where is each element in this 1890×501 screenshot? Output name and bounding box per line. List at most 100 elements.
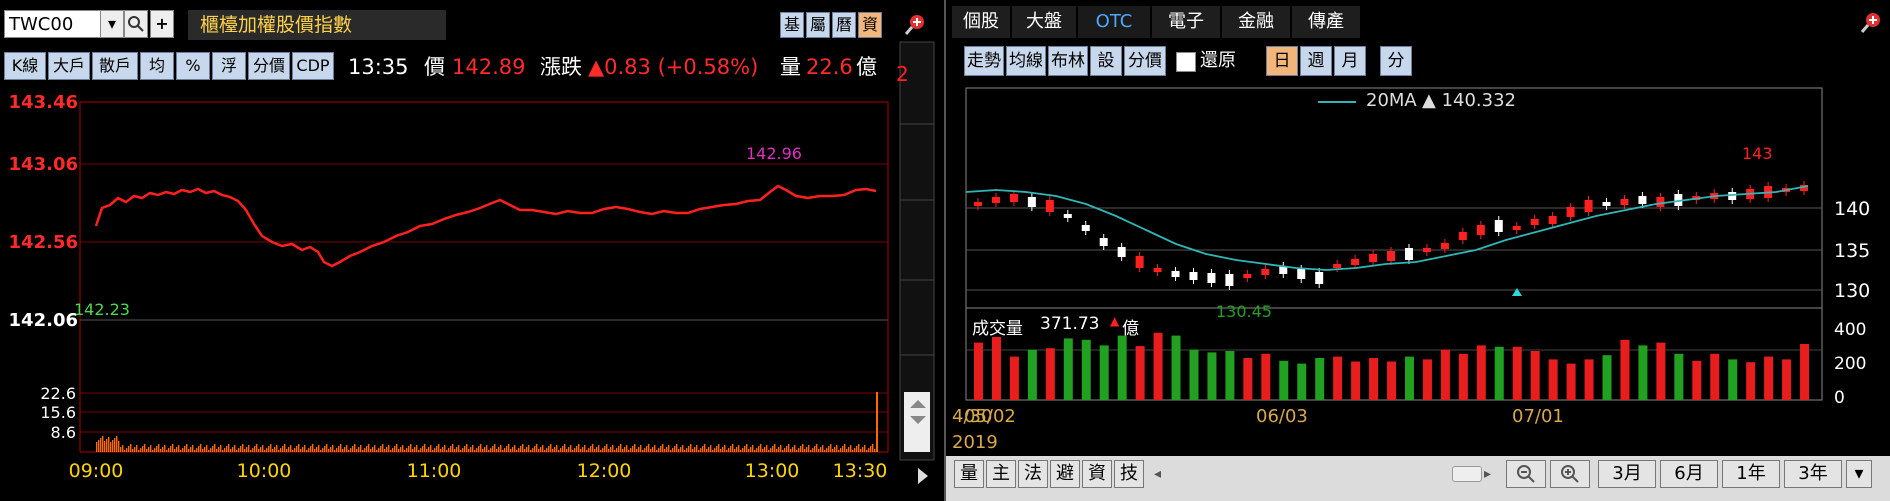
intraday-volume-tick xyxy=(660,446,662,452)
intraday-volume-tick xyxy=(724,445,726,452)
intraday-volume-tick xyxy=(834,447,836,452)
x-label-1100: 11:00 xyxy=(406,460,462,482)
intraday-volume-tick xyxy=(348,450,350,452)
range-6m-button[interactable]: 6月 xyxy=(1660,460,1718,488)
intraday-volume-tick xyxy=(170,446,172,452)
intraday-volume-tick xyxy=(628,450,630,452)
indicator-margin-button[interactable]: 資 xyxy=(1082,460,1112,488)
intraday-volume-tick xyxy=(122,445,124,452)
intraday-volume-tick xyxy=(670,450,672,452)
intraday-volume-tick xyxy=(434,448,436,452)
intraday-volume-tick xyxy=(316,447,318,452)
vol-axis-0: 0 xyxy=(1834,388,1845,408)
intraday-volume-tick xyxy=(374,445,376,452)
indicator-tech-button[interactable]: 技 xyxy=(1114,460,1144,488)
scroll-thumb[interactable] xyxy=(1452,466,1482,482)
volume-bar xyxy=(1782,359,1792,400)
intraday-volume-tick xyxy=(410,444,412,452)
intraday-volume-tick xyxy=(580,449,582,452)
candle xyxy=(1207,273,1216,283)
intraday-volume-tick xyxy=(172,444,174,452)
intraday-volume-tick xyxy=(280,448,282,452)
range-dropdown-icon[interactable]: ▾ xyxy=(1846,460,1872,488)
intraday-volume-tick xyxy=(286,449,288,452)
scroll-left-icon[interactable]: ◂ xyxy=(1154,466,1161,482)
intraday-volume-tick xyxy=(198,446,200,452)
volume-bar xyxy=(1297,363,1307,400)
intraday-volume-tick xyxy=(800,446,802,452)
intraday-volume-tick xyxy=(312,444,314,452)
intraday-volume-tick xyxy=(260,447,262,452)
intraday-volume-tick xyxy=(484,447,486,452)
intraday-volume-tick xyxy=(624,447,626,452)
intraday-volume-tick xyxy=(708,447,710,452)
intraday-volume-tick xyxy=(130,444,132,452)
intraday-chart xyxy=(79,41,935,484)
indicator-volume-button[interactable]: 量 xyxy=(954,460,984,488)
intraday-volume-tick xyxy=(252,448,254,452)
intraday-volume-tick xyxy=(604,446,606,452)
intraday-volume-tick xyxy=(464,446,466,452)
intraday-volume-tick xyxy=(616,448,618,452)
indicator-main-button[interactable]: 主 xyxy=(986,460,1016,488)
range-1y-button[interactable]: 1年 xyxy=(1722,460,1780,488)
range-3y-button[interactable]: 3年 xyxy=(1784,460,1842,488)
intraday-volume-tick xyxy=(458,445,460,452)
indicator-hedge-button[interactable]: 避 xyxy=(1050,460,1080,488)
intraday-volume-tick xyxy=(470,447,472,452)
candle xyxy=(1512,226,1521,230)
intraday-volume-tick xyxy=(684,450,686,452)
intraday-volume-tick xyxy=(680,447,682,452)
intraday-volume-tick xyxy=(114,438,116,452)
intraday-volume-tick xyxy=(492,446,494,452)
intraday-volume-tick xyxy=(302,447,304,452)
intraday-volume-tick xyxy=(496,449,498,452)
indicator-institution-button[interactable]: 法 xyxy=(1018,460,1048,488)
volume-bar xyxy=(991,337,1001,400)
intraday-volume-tick xyxy=(536,444,538,452)
intraday-volume-tick xyxy=(706,449,708,452)
volume-bar xyxy=(1153,332,1163,400)
zoom-out-button[interactable] xyxy=(1506,460,1546,488)
intraday-volume-tick xyxy=(346,445,348,452)
intraday-volume-tick xyxy=(772,446,774,452)
candle xyxy=(1351,259,1360,265)
intraday-volume-tick xyxy=(650,449,652,452)
volume-bar xyxy=(1548,359,1558,400)
intraday-volume-tick xyxy=(564,444,566,452)
high-annotation: 142.96 xyxy=(746,144,802,163)
volume-bar xyxy=(1027,349,1037,400)
intraday-volume-tick xyxy=(572,450,574,452)
range-3m-button[interactable]: 3月 xyxy=(1598,460,1656,488)
intraday-volume-tick xyxy=(664,449,666,452)
intraday-volume-tick xyxy=(340,444,342,452)
intraday-volume-tick xyxy=(204,447,206,452)
intraday-volume-tick xyxy=(378,448,380,452)
intraday-volume-tick xyxy=(304,445,306,452)
intraday-volume-tick xyxy=(152,450,154,452)
volume-bar xyxy=(974,342,983,400)
intraday-volume-tick xyxy=(310,446,312,452)
intraday-volume-tick xyxy=(118,441,120,452)
candle xyxy=(1422,248,1431,252)
side-indicator: 2 xyxy=(896,62,909,86)
intraday-volume-tick xyxy=(436,446,438,452)
intraday-volume-tick xyxy=(792,447,794,452)
intraday-volume-tick xyxy=(402,445,404,452)
intraday-volume-tick xyxy=(656,450,658,452)
scroll-right-icon[interactable]: ▸ xyxy=(1484,466,1491,482)
intraday-volume-tick xyxy=(600,450,602,452)
intraday-volume-tick xyxy=(782,450,784,452)
intraday-volume-tick xyxy=(722,447,724,452)
intraday-volume-tick xyxy=(592,444,594,452)
intraday-volume-tick xyxy=(446,450,448,452)
intraday-volume-tick xyxy=(566,449,568,452)
intraday-volume-tick xyxy=(334,450,336,452)
intraday-volume-tick xyxy=(392,448,394,452)
intraday-volume-tick xyxy=(258,449,260,452)
candle xyxy=(1009,194,1018,202)
intraday-volume-tick xyxy=(106,439,108,452)
zoom-in-button[interactable] xyxy=(1550,460,1590,488)
candle xyxy=(1620,199,1629,205)
intraday-volume-tick xyxy=(452,444,454,452)
